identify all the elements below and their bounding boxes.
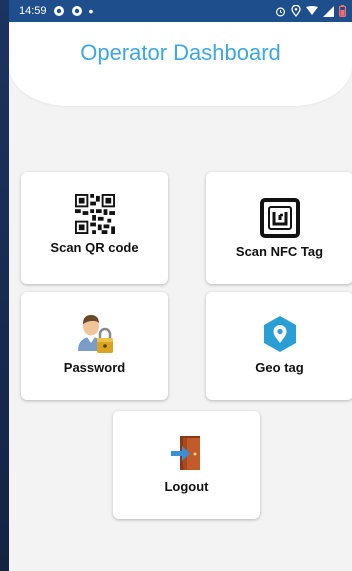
header: Operator Dashboard [9,22,352,106]
phone-screen: 14:59 • Operator Dashboard Scan QR code … [9,0,352,571]
status-left: 14:59 • [9,2,94,19]
logout-button[interactable]: Logout [113,411,260,519]
scan-nfc-tag-button[interactable]: Scan NFC Tag [206,172,352,284]
status-time: 14:59 [19,5,47,17]
alarm-icon [275,6,286,16]
signal-icon [323,5,334,17]
page-title: Operator Dashboard [80,40,281,65]
location-pin-icon [260,314,300,354]
location-icon [291,5,301,17]
notification-app-icon-2 [71,6,82,16]
wifi-icon [306,6,318,15]
qr-code-icon [74,194,115,234]
logout-label: Logout [164,479,209,494]
geo-tag-label: Geo tag [255,360,304,375]
logout-door-icon [167,433,207,473]
status-more-dot: • [88,2,94,19]
scan-qr-code-label: Scan QR code [50,240,139,255]
scan-qr-code-button[interactable]: Scan QR code [21,172,168,284]
password-button[interactable]: Password [21,292,168,400]
nfc-tag-icon [259,198,300,238]
status-right [275,5,352,17]
user-lock-icon [75,314,115,354]
password-label: Password [63,360,126,375]
scan-nfc-tag-label: Scan NFC Tag [235,244,324,259]
battery-icon [339,5,346,17]
geo-tag-button[interactable]: Geo tag [206,292,352,400]
status-bar: 14:59 • [9,0,352,22]
notification-app-icon [53,6,64,16]
